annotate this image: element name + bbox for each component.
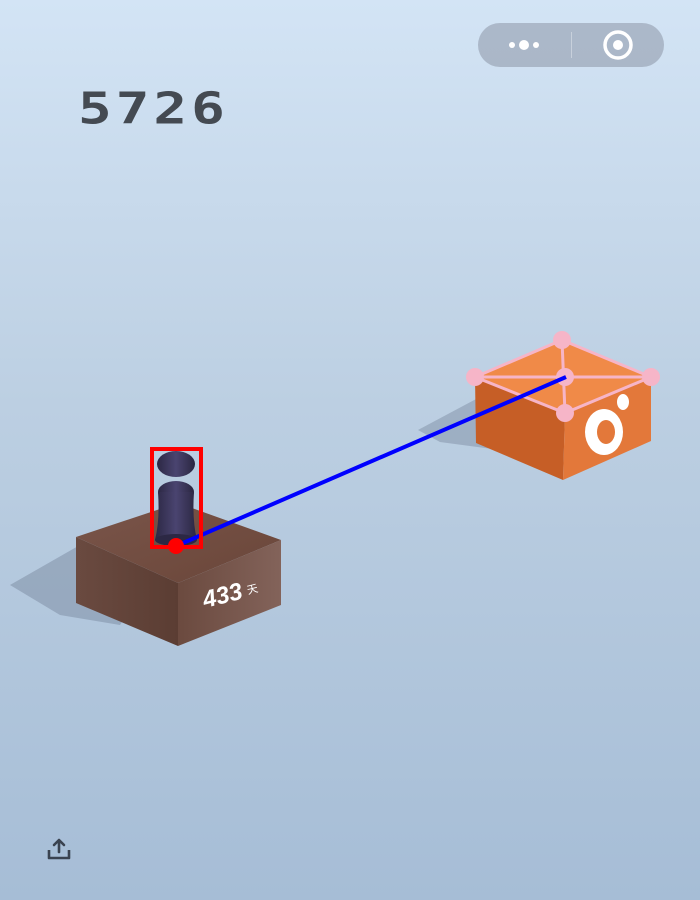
player-pawn xyxy=(155,451,197,546)
share-upload-icon xyxy=(47,838,71,860)
player-base-point xyxy=(168,538,184,554)
aim-line xyxy=(175,375,567,548)
share-button[interactable] xyxy=(44,834,74,864)
pawn-head xyxy=(157,451,195,477)
pawn-body xyxy=(155,492,197,540)
game-scene[interactable]: 433 天 xyxy=(0,0,700,900)
